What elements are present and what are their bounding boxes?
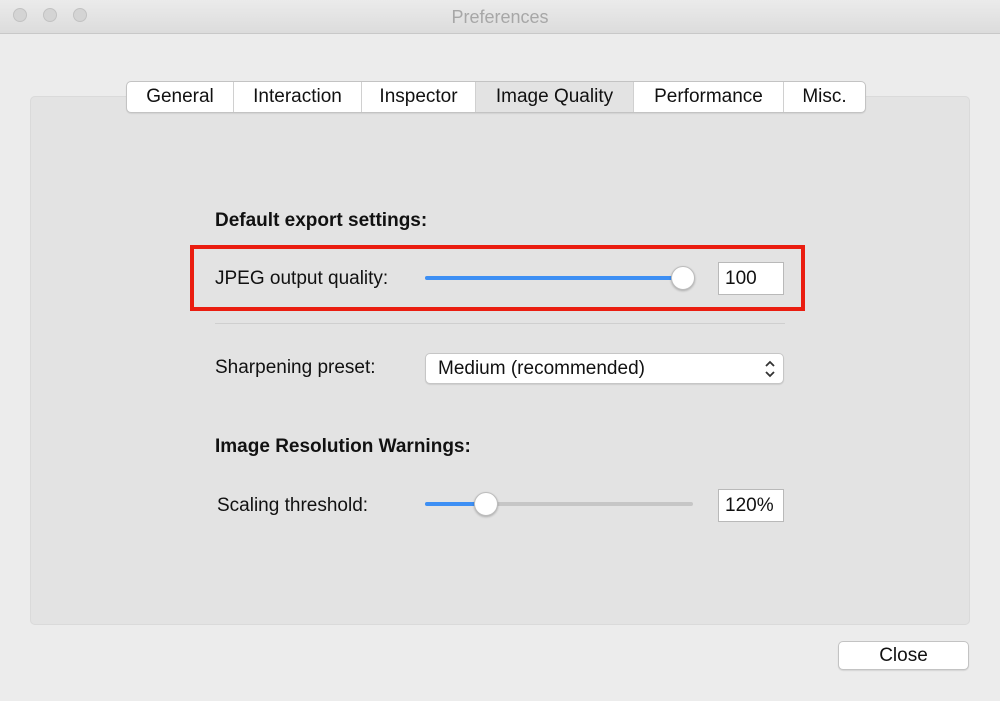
jpeg-quality-label: JPEG output quality: [215,268,389,289]
slider-thumb[interactable] [671,266,695,290]
jpeg-quality-field[interactable]: 100 [718,262,784,295]
tab-inspector[interactable]: Inspector [362,82,476,112]
window-title: Preferences [451,7,549,27]
scaling-threshold-slider[interactable] [425,492,693,516]
sharpening-preset-select[interactable]: Medium (recommended) [425,353,784,384]
jpeg-quality-slider[interactable] [425,266,695,290]
scaling-threshold-field[interactable]: 120% [718,489,784,522]
slider-fill [425,276,683,280]
tab-general[interactable]: General [127,82,234,112]
slider-thumb[interactable] [473,492,498,516]
resolution-warnings-heading: Image Resolution Warnings: [215,436,471,457]
export-settings-heading: Default export settings: [215,210,428,231]
tab-interaction[interactable]: Interaction [234,82,362,112]
tab-performance[interactable]: Performance [634,82,784,112]
tab-image-quality[interactable]: Image Quality [476,82,634,112]
updown-chevron-icon [765,360,775,378]
sharpening-preset-label: Sharpening preset: [215,357,376,378]
sharpening-preset-value: Medium (recommended) [438,358,645,379]
close-button[interactable]: Close [838,641,969,670]
section-divider [215,323,785,324]
title-bar: Preferences [0,0,1000,34]
tab-misc[interactable]: Misc. [784,82,865,112]
tab-bar: General Interaction Inspector Image Qual… [126,81,866,113]
scaling-threshold-label: Scaling threshold: [217,495,369,516]
